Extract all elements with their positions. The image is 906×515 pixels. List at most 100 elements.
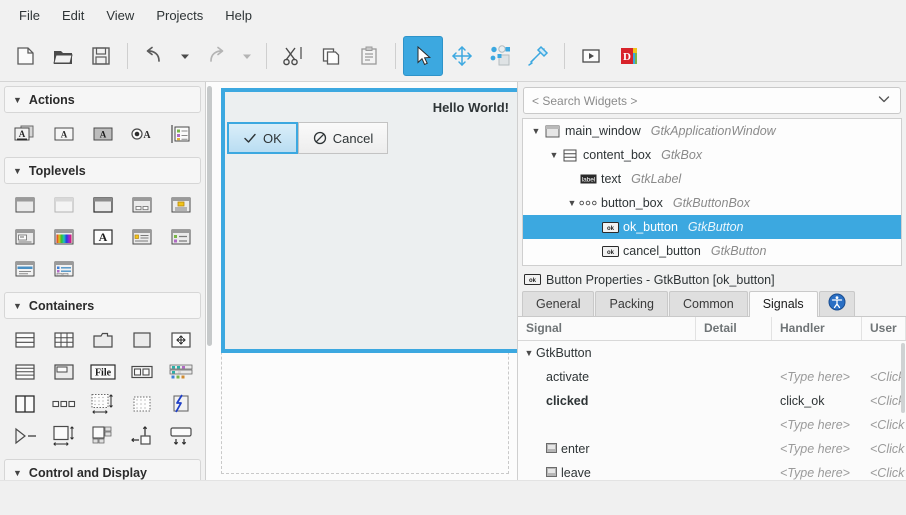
palette-item-popover[interactable] — [162, 421, 199, 451]
tree-row-cancel-button[interactable]: ok cancel_button GtkButton — [523, 239, 901, 263]
tree-row-button-box[interactable]: ▼ button_box GtkButtonBox — [523, 191, 901, 215]
design-preview-main-window[interactable]: Hello World! OK Cancel — [221, 88, 517, 353]
design-cancel-button[interactable]: Cancel — [297, 122, 389, 154]
palette-item-scrolled-window[interactable] — [162, 325, 199, 355]
palette-item-layout[interactable] — [123, 389, 160, 419]
signals-group-row[interactable]: ▼ GtkButton — [518, 341, 906, 365]
palette-item-message-dialog[interactable] — [162, 190, 199, 220]
palette-item-revealer[interactable] — [123, 421, 160, 451]
palette-item-application-window[interactable] — [84, 190, 121, 220]
design-label-text[interactable]: Hello World! — [433, 100, 509, 115]
palette-item-dialog[interactable] — [123, 190, 160, 220]
palette-item-file-chooser-dialog[interactable] — [123, 222, 160, 252]
tab-accessibility[interactable] — [818, 290, 855, 316]
signals-scrollbar-thumb[interactable] — [901, 342, 905, 413]
tab-common[interactable]: Common — [668, 290, 748, 316]
palette-item-window[interactable] — [6, 190, 43, 220]
undo-button[interactable] — [135, 36, 173, 76]
signals-cell-detail[interactable] — [696, 341, 772, 365]
palette-item-recent-chooser-dialog[interactable] — [45, 254, 82, 284]
palette-item-grid[interactable] — [45, 325, 82, 355]
align-edit-mode-button[interactable] — [519, 36, 557, 76]
palette-group-toplevels[interactable]: ▼ Toplevels — [4, 157, 201, 184]
palette-item-fixed[interactable] — [84, 389, 121, 419]
tree-row-content-box[interactable]: ▼ content_box GtkBox — [523, 143, 901, 167]
search-widgets-input[interactable]: < Search Widgets > — [532, 94, 876, 108]
glade-docs-button[interactable]: D — [610, 36, 648, 76]
chevron-down-icon[interactable]: ▼ — [547, 150, 561, 160]
redo-dropdown-button[interactable] — [235, 36, 259, 76]
signals-cell-detail[interactable] — [696, 365, 772, 389]
tree-row-text[interactable]: label text GtkLabel — [523, 167, 901, 191]
palette-scroll-area[interactable]: ▼ Actions A A A A ▼ Toplevels A ▼ Contai… — [0, 82, 205, 480]
signals-cell-handler[interactable]: <Type here> — [772, 437, 862, 461]
column-header-user[interactable]: User — [862, 316, 906, 341]
palette-item-assistant[interactable] — [6, 254, 43, 284]
menu-view[interactable]: View — [95, 4, 145, 27]
tab-packing[interactable]: Packing — [595, 290, 668, 316]
signals-row-new-handler[interactable]: <Type here> <Click — [518, 413, 906, 437]
palette-item-action-group[interactable] — [162, 119, 199, 149]
palette-item-headerbar[interactable] — [162, 357, 199, 387]
signals-cell-handler[interactable] — [772, 341, 862, 365]
widget-tree[interactable]: ▼ main_window GtkApplicationWindow ▼ con… — [522, 118, 902, 266]
design-button-box[interactable]: OK Cancel — [227, 122, 389, 154]
new-button[interactable] — [6, 36, 44, 76]
paste-button[interactable] — [350, 36, 388, 76]
save-button[interactable] — [82, 36, 120, 76]
column-header-signal[interactable]: Signal — [518, 316, 696, 341]
copy-button[interactable] — [312, 36, 350, 76]
palette-item-aspect-frame[interactable] — [45, 421, 82, 451]
canvas-area[interactable]: Hello World! OK Cancel — [213, 82, 517, 480]
design-ok-button[interactable]: OK — [227, 122, 298, 154]
tab-signals[interactable]: Signals — [748, 290, 818, 317]
palette-item-notebook[interactable] — [84, 325, 121, 355]
palette-item-stack[interactable] — [123, 357, 160, 387]
palette-group-control-and-display[interactable]: ▼ Control and Display — [4, 459, 201, 480]
menu-file[interactable]: File — [8, 4, 51, 27]
palette-item-about-dialog[interactable] — [6, 222, 43, 252]
signals-cell-detail[interactable] — [696, 389, 772, 413]
menu-edit[interactable]: Edit — [51, 4, 95, 27]
signals-vertical-scrollbar[interactable] — [900, 341, 906, 480]
menu-projects[interactable]: Projects — [145, 4, 214, 27]
signals-cell-handler[interactable]: click_ok — [772, 389, 862, 413]
design-canvas[interactable]: Hello World! OK Cancel — [206, 82, 518, 480]
palette-item-list-box[interactable] — [6, 357, 43, 387]
drag-resize-mode-button[interactable] — [443, 36, 481, 76]
search-widgets-combo[interactable]: < Search Widgets > — [523, 87, 901, 114]
palette-item-expander[interactable] — [45, 357, 82, 387]
palette-item-button-box[interactable] — [45, 389, 82, 419]
chevron-down-icon[interactable] — [876, 91, 892, 110]
signals-table[interactable]: Signal Detail Handler User ▼ GtkButton a… — [518, 316, 906, 480]
tree-row-ok-button[interactable]: ok ok_button GtkButton — [523, 215, 901, 239]
open-button[interactable] — [44, 36, 82, 76]
palette-item-font-chooser-dialog[interactable]: A — [84, 222, 121, 252]
signals-row-leave[interactable]: leave <Type here> <Click — [518, 461, 906, 480]
palette-item-radio-action[interactable]: A — [123, 119, 160, 149]
signals-cell-detail[interactable] — [696, 437, 772, 461]
tab-general[interactable]: General — [522, 290, 595, 316]
signals-cell-handler[interactable]: <Type here> — [772, 413, 862, 437]
redo-button[interactable] — [197, 36, 235, 76]
canvas-scrollbar-thumb[interactable] — [207, 86, 212, 346]
palette-item-flow-box[interactable] — [84, 421, 121, 451]
column-header-handler[interactable]: Handler — [772, 316, 862, 341]
palette-item-box[interactable] — [6, 325, 43, 355]
palette-item-app-chooser-dialog[interactable] — [162, 222, 199, 252]
menu-help[interactable]: Help — [214, 4, 263, 27]
palette-item-color-chooser-dialog[interactable] — [45, 222, 82, 252]
chevron-down-icon[interactable]: ▼ — [522, 341, 536, 365]
signals-row-clicked[interactable]: clicked click_ok <Click — [518, 389, 906, 413]
undo-dropdown-button[interactable] — [173, 36, 197, 76]
palette-item-offscreen-window[interactable] — [45, 190, 82, 220]
margin-edit-mode-button[interactable] — [481, 36, 519, 76]
palette-group-containers[interactable]: ▼ Containers — [4, 292, 201, 319]
signals-row-enter[interactable]: enter <Type here> <Click — [518, 437, 906, 461]
signals-cell-detail[interactable] — [696, 413, 772, 437]
pointer-mode-button[interactable] — [403, 35, 443, 76]
palette-item-overlay[interactable] — [6, 421, 43, 451]
signals-cell-handler[interactable]: <Type here> — [772, 461, 862, 480]
signals-row-activate[interactable]: activate <Type here> <Click — [518, 365, 906, 389]
palette-item-paned[interactable] — [6, 389, 43, 419]
